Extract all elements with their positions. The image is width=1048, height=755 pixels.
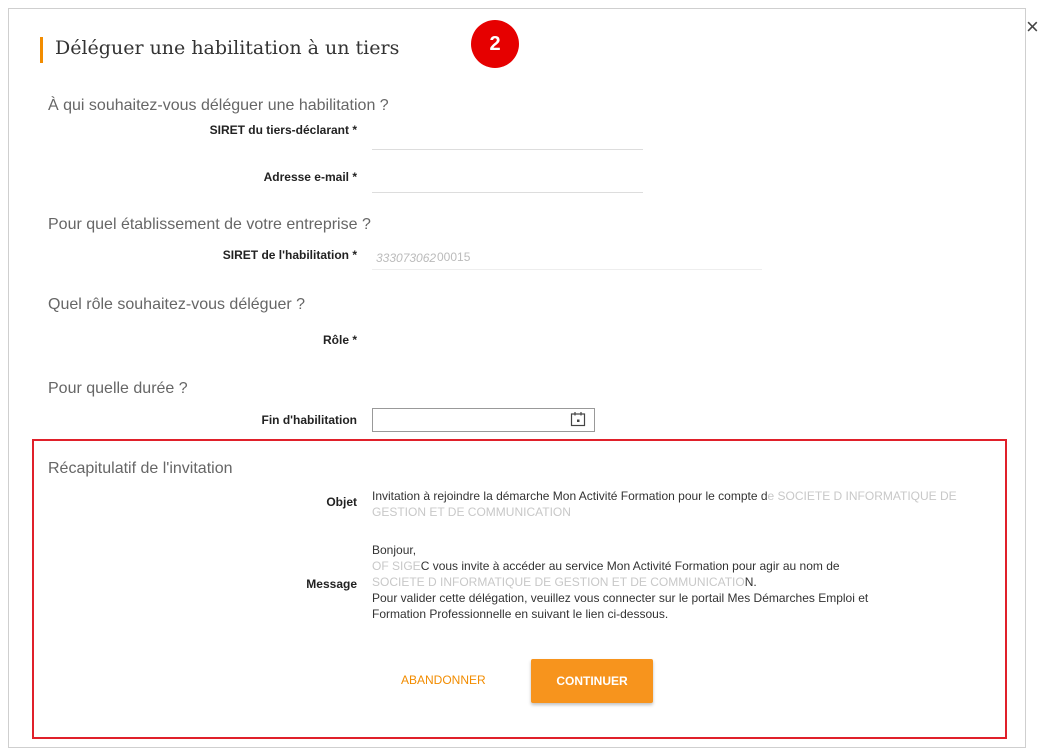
continue-button[interactable]: CONTINUER xyxy=(531,659,653,703)
email-label: Adresse e-mail * xyxy=(263,170,357,184)
email-input[interactable] xyxy=(372,170,643,193)
message-line-formation: Formation Professionnelle en suivant le … xyxy=(372,607,669,621)
siret-tiers-input[interactable] xyxy=(372,127,643,150)
siret-habilitation-label: SIRET de l'habilitation * xyxy=(222,248,357,262)
end-date-label: Fin d'habilitation xyxy=(261,413,357,427)
sender-name: OF SIGE xyxy=(372,559,421,573)
close-icon[interactable]: × xyxy=(1026,14,1039,39)
end-date-input[interactable] xyxy=(372,408,595,432)
message-label: Message xyxy=(306,577,357,591)
section-title-establishment: Pour quel établissement de votre entrepr… xyxy=(48,216,371,233)
calendar-icon[interactable] xyxy=(570,411,586,427)
siret-underline xyxy=(372,269,762,270)
company-tail: N. xyxy=(744,575,757,589)
message-line-validate: Pour valider cette délégation, veuillez … xyxy=(372,591,869,605)
object-text: Invitation à rejoindre la démarche Mon A… xyxy=(372,488,992,520)
close-button[interactable]: × xyxy=(1026,16,1039,38)
title-accent-bar xyxy=(40,37,43,63)
siret-prefix: 333073062 xyxy=(376,251,437,265)
message-line-sender: OF SIGEC vous invite à accéder au servic… xyxy=(372,558,992,574)
message-line-company: SOCIETE D INFORMATIQUE DE GESTION ET DE … xyxy=(372,574,992,590)
dialog-title: Déléguer une habilitation à un tiers xyxy=(55,37,400,59)
sender-tail: C vous invite à accéder au service Mon A… xyxy=(420,559,840,573)
step-badge: 2 xyxy=(471,20,519,68)
company-name: SOCIETE D INFORMATIQUE DE GESTION ET DE … xyxy=(372,575,745,589)
siret-suffix-input[interactable]: 00015 xyxy=(437,250,470,264)
object-text-main: Invitation à rejoindre la démarche Mon A… xyxy=(372,489,768,503)
siret-tiers-label: SIRET du tiers-déclarant * xyxy=(209,123,357,137)
object-label: Objet xyxy=(326,495,357,509)
section-title-role: Quel rôle souhaitez-vous déléguer ? xyxy=(48,296,306,313)
message-text: Bonjour, OF SIGEC vous invite à accéder … xyxy=(372,542,992,622)
section-title-duration: Pour quelle durée ? xyxy=(48,380,188,397)
abandon-button[interactable]: ABANDONNER xyxy=(401,673,486,687)
role-label: Rôle * xyxy=(322,333,357,347)
section-title-who: À qui souhaitez-vous déléguer une habili… xyxy=(48,97,389,114)
section-title-recap: Récapitulatif de l'invitation xyxy=(48,460,233,477)
message-greeting: Bonjour, xyxy=(372,543,417,557)
